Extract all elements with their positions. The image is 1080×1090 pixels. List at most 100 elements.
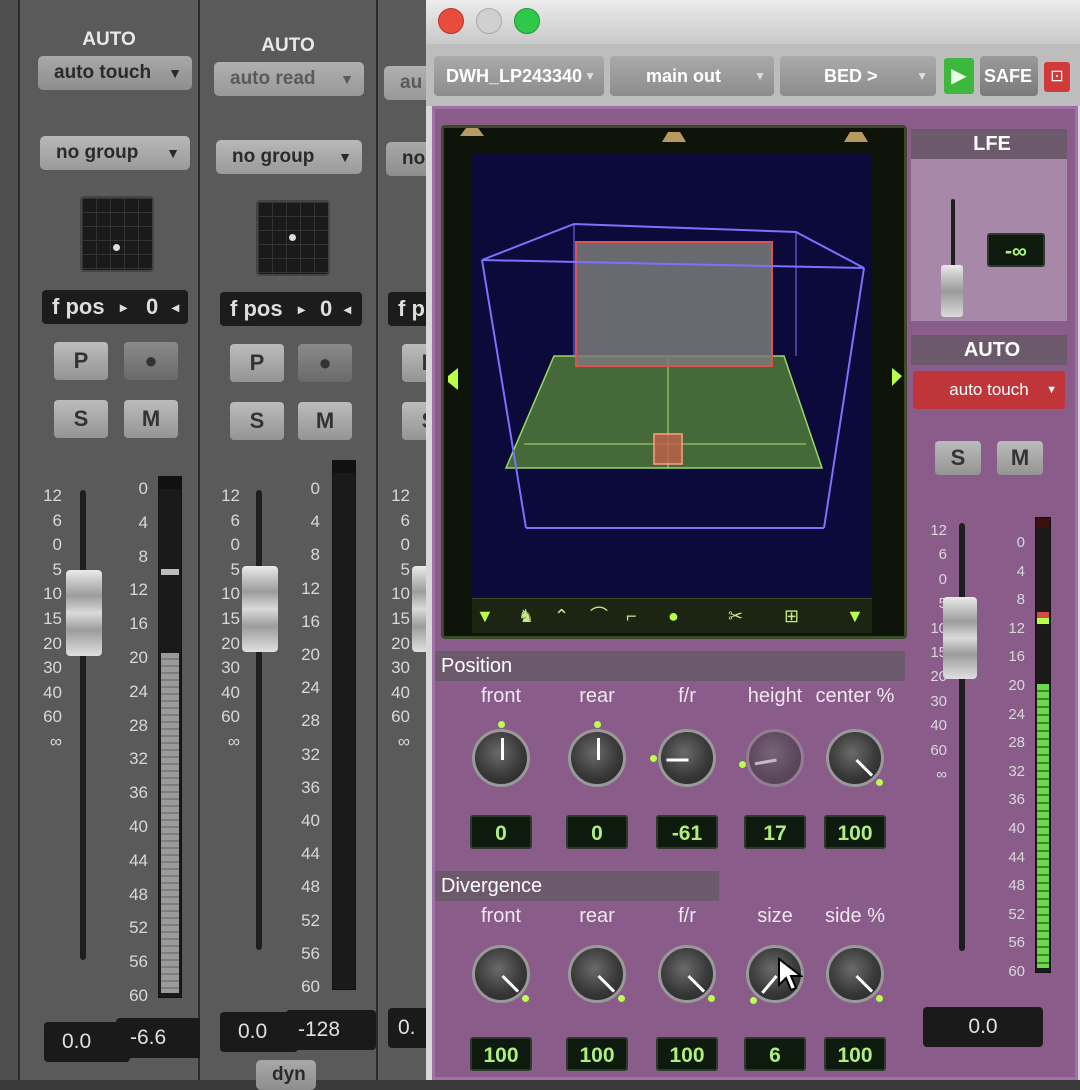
meter-scale: 0 4 8 12 16 20 24 28 32 36 40 44 48 52 56 60 xyxy=(995,529,1025,987)
group-label: no group xyxy=(232,146,315,167)
speaker-left-icon xyxy=(460,128,484,136)
knob-front[interactable] xyxy=(472,945,530,1003)
group-dropdown[interactable]: no group ▼ xyxy=(40,136,190,170)
pan-button[interactable]: P xyxy=(230,344,284,382)
volume-fader[interactable] xyxy=(242,566,278,652)
mute-button[interactable]: M xyxy=(997,441,1043,475)
solo-button[interactable]: S xyxy=(935,441,981,475)
close-window-button[interactable] xyxy=(438,8,464,34)
scale-tick-label: 12 xyxy=(930,522,947,539)
lfe-readout[interactable]: -∞ xyxy=(987,233,1045,267)
center-dot-icon[interactable]: ● xyxy=(668,599,679,633)
ghost-icon[interactable]: ♞ xyxy=(518,599,534,633)
scissors-icon[interactable]: ✂ xyxy=(728,599,743,633)
mute-button[interactable]: M xyxy=(298,402,352,440)
knob-value-readout[interactable]: 100 xyxy=(656,1037,718,1071)
knob-fr[interactable] xyxy=(658,945,716,1003)
knob-value-readout[interactable]: 17 xyxy=(744,815,806,849)
scale-tick-label: 8 xyxy=(310,545,320,565)
zoom-window-button[interactable] xyxy=(514,8,540,34)
lfe-fader[interactable] xyxy=(941,265,963,317)
scale-tick-label: 10 xyxy=(391,584,410,604)
grid-icon[interactable]: ⊞ xyxy=(784,599,799,633)
automation-mode-dropdown[interactable]: auto read ▼ xyxy=(214,62,364,96)
record-button[interactable]: ● xyxy=(298,344,352,382)
safe-button[interactable]: SAFE xyxy=(980,56,1038,96)
solo-button[interactable]: S xyxy=(230,402,284,440)
record-button[interactable]: ● xyxy=(124,342,178,380)
bed-selector[interactable]: BED > ▼ xyxy=(780,56,936,96)
knob-value-readout[interactable]: 100 xyxy=(824,1037,886,1071)
level-meter xyxy=(332,460,356,990)
corner-icon[interactable]: ⌐ xyxy=(626,599,637,633)
knob-indicator-dot xyxy=(618,995,626,1003)
channel-strip-edge xyxy=(0,0,20,1080)
knob-rear[interactable] xyxy=(568,729,626,787)
scale-tick-label: 60 xyxy=(301,977,320,997)
panner-readout[interactable]: f pos ▸ 0 ◂ xyxy=(42,290,188,324)
mute-button[interactable]: M xyxy=(124,400,178,438)
panner-readout[interactable]: f pos ▸ 0 ◂ xyxy=(220,292,362,326)
knob-value-readout[interactable]: 0 xyxy=(566,815,628,849)
panner-grid[interactable] xyxy=(256,200,330,276)
plugin-toolbar: DWH_LP243340 ▼ main out ▼ BED > ▼ ▶ SAFE ⊡ xyxy=(426,44,1080,106)
scale-tick-label: 40 xyxy=(221,682,240,702)
knob-value-readout[interactable]: 100 xyxy=(566,1037,628,1071)
target-button[interactable]: ⊡ xyxy=(1044,62,1070,92)
knob-indicator-dot xyxy=(594,721,601,728)
knob-side[interactable] xyxy=(826,945,884,1003)
knob-indicator-dot xyxy=(738,760,746,768)
volume-fader[interactable] xyxy=(66,570,102,656)
auto-mode-label: auto touch xyxy=(949,380,1029,399)
panner-toolbar: ▼ ♞ ⌃ ⌒ ⌐ ● ✂ ⊞ ▼ xyxy=(472,598,872,633)
scale-tick-label: 4 xyxy=(310,512,320,532)
group-dropdown[interactable]: no group ▼ xyxy=(216,140,362,174)
scale-tick-label: 0 xyxy=(1016,534,1025,551)
knob-value-readout[interactable]: 6 xyxy=(744,1037,806,1071)
knob-label: rear xyxy=(579,905,615,927)
arc-up-icon[interactable]: ⌃ xyxy=(554,599,569,633)
knob-rear[interactable] xyxy=(568,945,626,1003)
dyn-button[interactable]: dyn xyxy=(256,1060,316,1090)
scale-tick-label: 12 xyxy=(43,486,62,505)
scale-tick-label: 40 xyxy=(930,717,947,735)
knob-height[interactable] xyxy=(746,729,804,787)
peak-readout[interactable]: -6.6 xyxy=(116,1018,206,1058)
knob-value-readout[interactable]: -61 xyxy=(656,815,718,849)
scale-tick-label: 15 xyxy=(391,608,410,628)
knob-front[interactable] xyxy=(472,729,530,787)
auto-mode-dropdown[interactable]: auto touch ▼ xyxy=(913,371,1065,409)
volume-fader[interactable] xyxy=(943,597,977,679)
knob-fr[interactable] xyxy=(658,729,716,787)
scale-tick-label: 16 xyxy=(1008,648,1025,666)
volume-readout[interactable]: 0.0 xyxy=(923,1007,1043,1047)
arc-icon[interactable]: ⌒ xyxy=(590,599,608,633)
track-name-selector[interactable]: DWH_LP243340 ▼ xyxy=(434,56,604,96)
peak-readout[interactable]: -128 xyxy=(286,1010,376,1050)
panner-grid[interactable] xyxy=(80,196,154,272)
automation-mode-dropdown[interactable]: auto touch ▼ xyxy=(38,56,192,90)
scale-tick-label: 32 xyxy=(129,749,148,769)
scale-tick-label: 0 xyxy=(310,479,320,498)
scale-tick-label: 36 xyxy=(301,777,320,797)
minimize-window-button[interactable] xyxy=(476,8,502,34)
panner-3d-display[interactable]: ▼ ♞ ⌃ ⌒ ⌐ ● ✂ ⊞ ▼ xyxy=(441,125,907,639)
scale-tick-label: 40 xyxy=(391,682,410,702)
knob-center[interactable] xyxy=(826,729,884,787)
window-titlebar[interactable] xyxy=(426,0,1080,45)
knob-value-readout[interactable]: 0 xyxy=(470,815,532,849)
panner-3d-view[interactable] xyxy=(444,128,904,636)
knob-value-readout[interactable]: 100 xyxy=(824,815,886,849)
scale-tick-label: 36 xyxy=(129,783,148,803)
lfe-header: LFE xyxy=(911,129,1067,159)
play-toggle-button[interactable]: ▶ xyxy=(944,58,974,94)
solo-button[interactable]: S xyxy=(54,400,108,438)
scale-tick-label: 56 xyxy=(301,943,320,963)
fader-scale: 12605101520304060∞ xyxy=(384,484,410,755)
scale-tick-label: 60 xyxy=(129,985,148,1005)
chevron-down-icon: ▼ xyxy=(166,145,180,161)
pan-button[interactable]: P xyxy=(54,342,108,380)
automation-header: AUTO xyxy=(261,35,315,56)
output-selector[interactable]: main out ▼ xyxy=(610,56,774,96)
knob-value-readout[interactable]: 100 xyxy=(470,1037,532,1071)
